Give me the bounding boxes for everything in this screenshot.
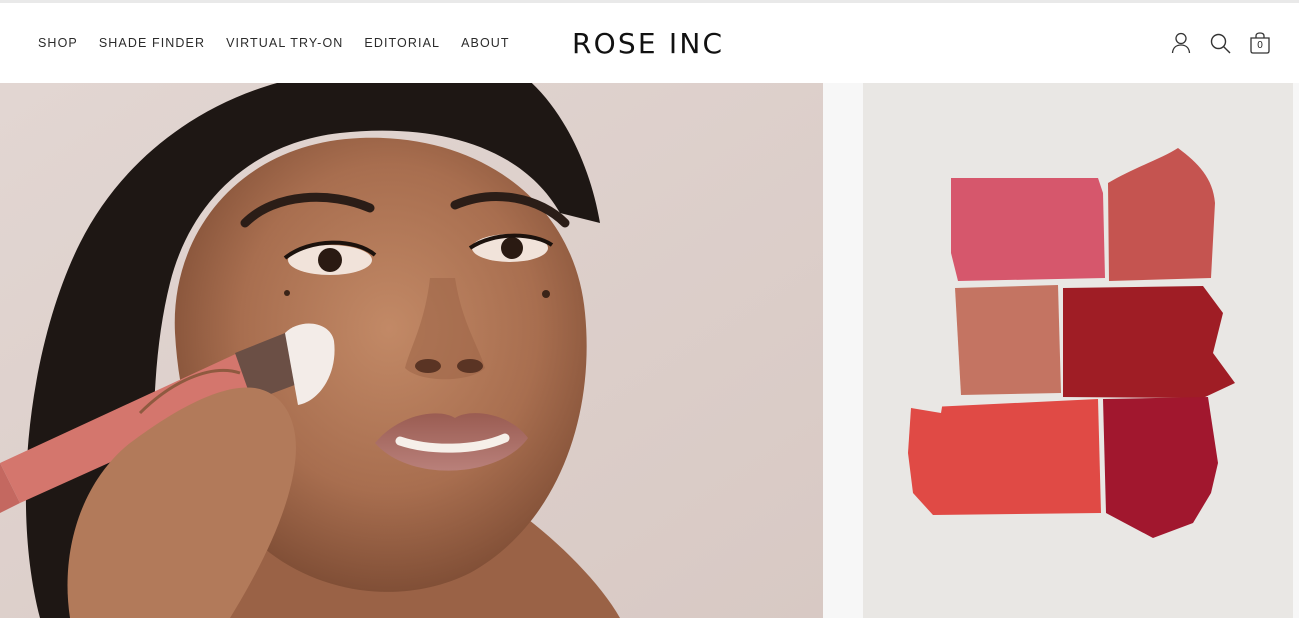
brand-logo[interactable]: ROSE INC xyxy=(572,27,724,60)
lip-color-swatches-photo[interactable] xyxy=(863,83,1293,618)
model-applying-blush-photo[interactable] xyxy=(0,83,823,618)
nav-shop[interactable]: SHOP xyxy=(38,36,78,50)
main-navigation: SHOP SHADE FINDER VIRTUAL TRY-ON EDITORI… xyxy=(38,3,510,83)
search-icon[interactable] xyxy=(1209,32,1231,54)
nav-about[interactable]: ABOUT xyxy=(461,36,510,50)
hero-section xyxy=(0,83,1299,618)
cart-count: 0 xyxy=(1257,40,1263,51)
nav-virtual-try-on[interactable]: VIRTUAL TRY-ON xyxy=(226,36,343,50)
user-icon[interactable] xyxy=(1170,32,1192,54)
shopping-bag-icon[interactable]: 0 xyxy=(1248,31,1272,55)
nav-shade-finder[interactable]: SHADE FINDER xyxy=(99,36,205,50)
site-header: SHOP SHADE FINDER VIRTUAL TRY-ON EDITORI… xyxy=(0,3,1299,83)
nav-editorial[interactable]: EDITORIAL xyxy=(364,36,440,50)
page-gutter xyxy=(1293,83,1299,618)
header-actions: 0 xyxy=(1170,3,1272,83)
